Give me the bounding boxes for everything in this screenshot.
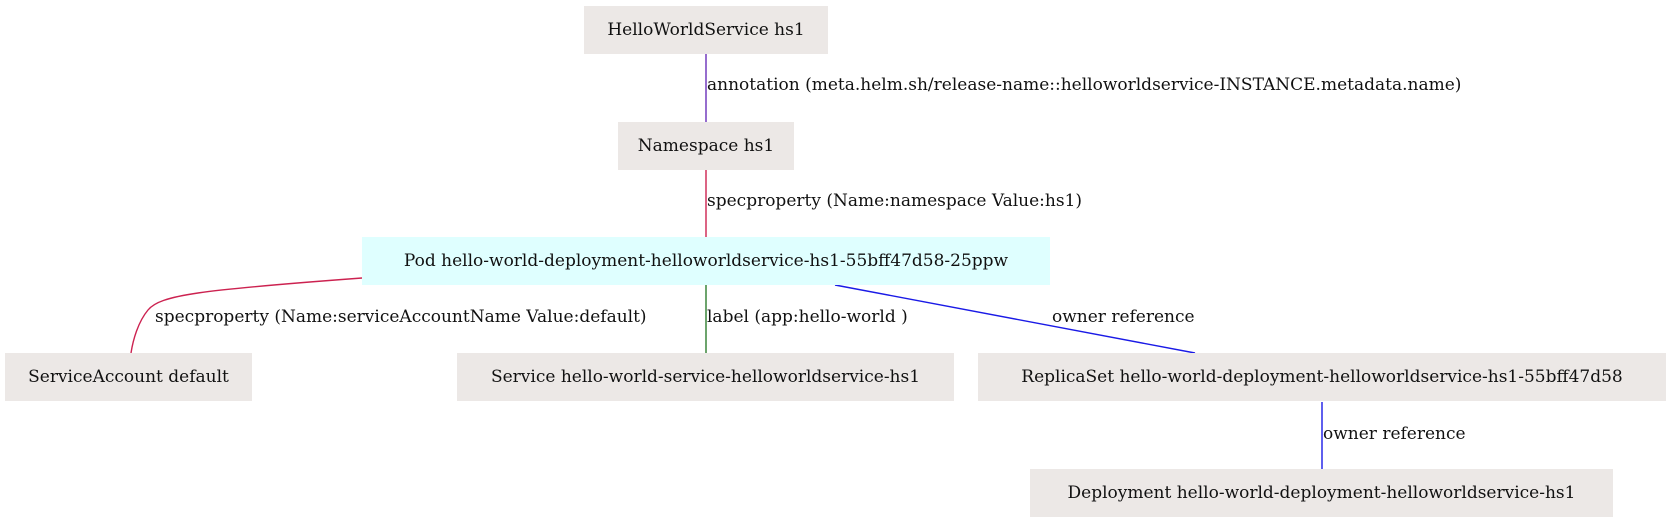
node-label: Namespace hs1 bbox=[637, 136, 775, 156]
node-helloworldservice[interactable]: HelloWorldService hs1 bbox=[584, 6, 828, 54]
node-label: ServiceAccount default bbox=[28, 367, 229, 387]
node-namespace[interactable]: Namespace hs1 bbox=[618, 122, 794, 170]
node-replicaset[interactable]: ReplicaSet hello-world-deployment-hellow… bbox=[978, 353, 1666, 401]
node-label: Pod hello-world-deployment-helloworldser… bbox=[403, 251, 1009, 271]
edge-label-owner-reference-pod: owner reference bbox=[1052, 307, 1195, 327]
edge-label-owner-reference-replicaset: owner reference bbox=[1323, 424, 1466, 444]
edge-label-namespace-specproperty: specproperty (Name:namespace Value:hs1) bbox=[707, 191, 1083, 211]
node-service[interactable]: Service hello-world-service-helloworldse… bbox=[457, 353, 954, 401]
node-pod[interactable]: Pod hello-world-deployment-helloworldser… bbox=[362, 237, 1050, 285]
edge-label-serviceaccount-specproperty: specproperty (Name:serviceAccountName Va… bbox=[155, 307, 647, 327]
edge-label-app-label: label (app:hello-world ) bbox=[707, 307, 908, 327]
node-deployment[interactable]: Deployment hello-world-deployment-hellow… bbox=[1030, 469, 1613, 517]
node-label: Service hello-world-service-helloworldse… bbox=[490, 367, 921, 387]
node-label: ReplicaSet hello-world-deployment-hellow… bbox=[1021, 367, 1623, 387]
node-label: HelloWorldService hs1 bbox=[607, 20, 805, 40]
node-serviceaccount[interactable]: ServiceAccount default bbox=[5, 353, 252, 401]
node-label: Deployment hello-world-deployment-hellow… bbox=[1067, 483, 1576, 503]
dependency-graph: HelloWorldService hs1 Namespace hs1 Pod … bbox=[0, 0, 1671, 523]
edge-label-annotation: annotation (meta.helm.sh/release-name::h… bbox=[707, 75, 1462, 95]
